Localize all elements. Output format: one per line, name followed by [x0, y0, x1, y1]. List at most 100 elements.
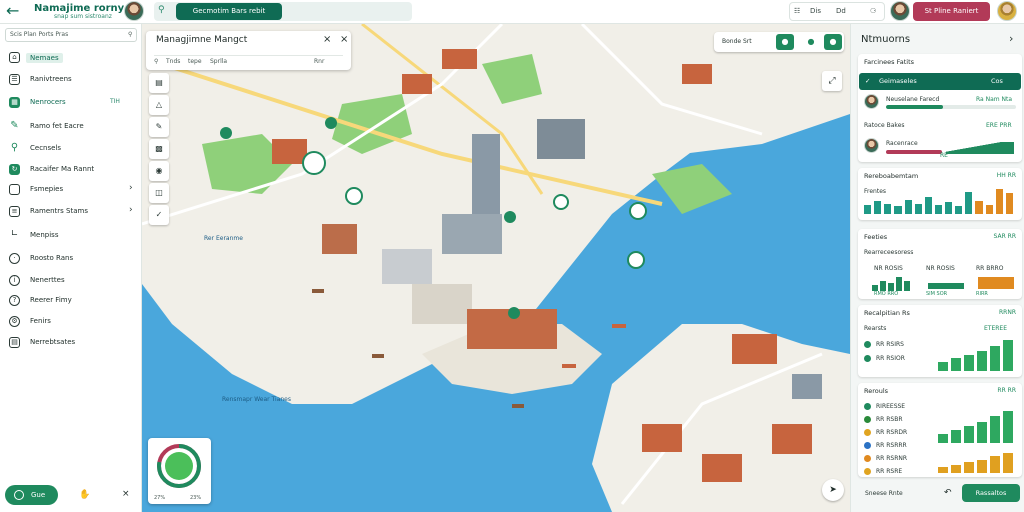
back-arrow-icon[interactable]: ←	[6, 2, 19, 20]
map-action-icon[interactable]: ●	[776, 34, 794, 50]
col-value: RIRR	[976, 291, 988, 297]
sidebar-item-search[interactable]: ⚲ Cecnsels	[0, 140, 142, 158]
legend-dot	[864, 468, 871, 475]
search-icon: ⚲	[154, 58, 159, 65]
sidebar-item-list[interactable]: ≡ Ramentrs Stams ›	[0, 203, 142, 221]
chart-bar	[934, 204, 943, 214]
map-search-card[interactable]: Managjimne Mangct × × ⚲ Tnds tepe Sprlla…	[146, 31, 351, 70]
card-title: Feeties	[864, 233, 888, 241]
donut-chart	[157, 444, 201, 488]
map-canvas[interactable]	[142, 24, 850, 512]
map-action-icon[interactable]: ●	[824, 34, 842, 50]
chart-bar	[964, 354, 974, 371]
close-icon[interactable]: ×	[122, 489, 130, 499]
sidebar-item-label: Nerrebtsates	[30, 338, 76, 346]
sidebar-item-layers[interactable]: ☰ Ranivtreens	[0, 71, 142, 89]
user-avatar[interactable]	[124, 1, 144, 21]
sidebar-item-route[interactable]: ↻ Racaifer Ma Rannt	[0, 161, 142, 179]
chevron-right-icon[interactable]: ›	[1009, 32, 1013, 45]
sliders-icon[interactable]: ☷	[794, 7, 800, 15]
mini-bar	[880, 281, 886, 291]
sidebar-item-chart[interactable]: ∟ Menpiss	[0, 227, 142, 245]
sidebar-item-edit[interactable]: ✎ Ramo fet Eacre	[0, 118, 142, 136]
chevron-right-icon: ›	[129, 183, 133, 193]
search-button[interactable]: Gecmotim Bars rebit	[176, 3, 282, 20]
sidebar-item-home[interactable]: ⌂ Nemaes	[0, 49, 142, 67]
map-action-icon[interactable]: ●	[802, 34, 820, 50]
check-tool-icon[interactable]: ✓	[149, 205, 169, 225]
map-icon: ▦	[9, 97, 20, 108]
toolbar-item-1[interactable]: Dis	[810, 7, 821, 15]
map-search-subrow: ⚲ Tnds tepe Sprlla Rnr	[154, 55, 343, 66]
bell-icon[interactable]: ⚆	[870, 7, 876, 15]
sidebar-item-label: Nenrocers	[30, 98, 66, 106]
cta-button[interactable]: St Pline Raniert	[913, 2, 990, 21]
sidebar-search[interactable]: Scis Plan Ports Pras ⚲	[5, 28, 137, 42]
bar-chart	[938, 405, 1016, 443]
col-value: SIM SOR	[926, 291, 948, 297]
row-value: Ra Nam Nta	[976, 96, 1013, 103]
card-title: Farcinees Fatits	[864, 58, 915, 66]
map-sub-item[interactable]: tepe	[188, 58, 202, 65]
go-button[interactable]: Gue	[5, 485, 58, 505]
chart-bar	[995, 189, 1003, 214]
legend-dot	[864, 403, 871, 410]
undo-icon[interactable]: ↶	[944, 488, 952, 498]
chart-bar	[990, 456, 1000, 473]
sidebar-item-clock[interactable]: · Roosto Rans	[0, 250, 142, 268]
mini-bar-chart	[872, 275, 912, 291]
layers-tool-icon[interactable]: ▤	[149, 73, 169, 93]
trend-area	[946, 142, 1014, 154]
toolbar-item-2[interactable]: Dd	[836, 7, 846, 15]
chart-bar	[1005, 193, 1013, 214]
map-toolbar-label: Bonde Srt	[722, 38, 752, 45]
sidebar-item-help[interactable]: ? Reerer Fimy	[0, 292, 142, 310]
sidebar-item-count: TIH	[110, 98, 120, 105]
card-title: Rerouls	[864, 387, 889, 395]
box-tool-icon[interactable]: ◫	[149, 183, 169, 203]
user-avatar-2[interactable]	[890, 1, 910, 21]
progress-bar-alt	[886, 150, 942, 154]
sidebar-item-label: Fenirs	[30, 317, 51, 325]
map-view[interactable]: Rer Eeranme Rensmapr Wear Tianes Managji…	[142, 24, 850, 512]
map-sub-item[interactable]: Rnr	[314, 58, 324, 65]
check-icon: ✓	[865, 77, 871, 85]
note-tool-icon[interactable]: ✎	[149, 117, 169, 137]
close-icon[interactable]: ×	[340, 34, 348, 45]
map-sub-item[interactable]: Sprlla	[210, 58, 227, 65]
sidebar-item-settings[interactable]: ⚙ Fenirs	[0, 313, 142, 331]
sidebar-item-map[interactable]: ▦ Nenrocers TIH	[0, 94, 142, 112]
chart-bar	[975, 201, 983, 214]
top-bar: ← Namajime rorny snap sum sistroanz ⚲ Ge…	[0, 0, 1024, 24]
chart-bar	[990, 345, 1000, 371]
home-icon: ⌂	[9, 52, 20, 63]
expand-icon[interactable]: ⤢	[822, 71, 842, 91]
draw-tool-icon[interactable]: △	[149, 95, 169, 115]
compass-icon[interactable]: ➤	[822, 479, 844, 501]
footer-button[interactable]: Rassaltos	[962, 484, 1020, 502]
mini-block	[928, 283, 964, 289]
list-icon: ≡	[9, 206, 20, 217]
card-title: Rereboabemtam	[864, 172, 919, 180]
chart-bar	[924, 197, 932, 214]
go-icon	[14, 490, 24, 500]
row-value: ERE PRR	[986, 122, 1012, 129]
sidebar-item-docs[interactable]: ▤ Nerrebtsates	[0, 334, 142, 352]
doc-icon: ▤	[9, 337, 20, 348]
map-sub-item[interactable]: Tnds	[166, 58, 180, 65]
close-icon[interactable]: ×	[323, 34, 331, 45]
sidebar-item-folders[interactable]: Fsmepies ›	[0, 181, 142, 199]
profile-avatar[interactable]	[997, 1, 1017, 21]
mini-bar	[896, 277, 902, 291]
top-search[interactable]: ⚲ Gecmotim Bars rebit	[154, 2, 412, 21]
row-value: ETEREE	[984, 325, 1007, 332]
chart-icon: ∟	[10, 229, 19, 239]
highlight-row[interactable]: ✓ Geimaseles Cos	[859, 73, 1021, 90]
card-tool-icon[interactable]: ▩	[149, 139, 169, 159]
app-subtitle: snap sum sistroanz	[54, 13, 112, 20]
hand-icon[interactable]: ✋	[79, 490, 90, 500]
pin-tool-icon[interactable]: ◉	[149, 161, 169, 181]
avatar	[864, 138, 879, 153]
sidebar-item-info[interactable]: i Nenerttes	[0, 272, 142, 290]
chart-bar	[894, 206, 902, 214]
